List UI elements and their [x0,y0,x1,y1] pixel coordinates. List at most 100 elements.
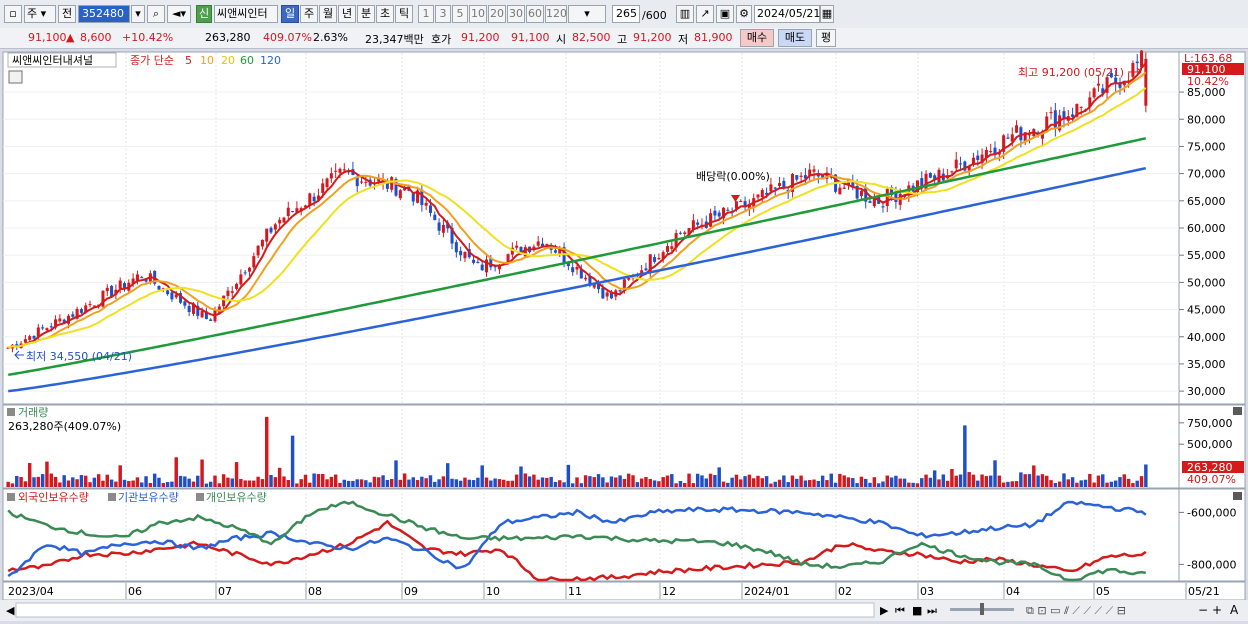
date-input[interactable]: 2024/05/21 [754,5,820,23]
volume-bar [583,475,588,487]
search-icon[interactable]: ⌕ [147,5,165,23]
sell-button[interactable]: 매도 [778,29,812,47]
count-input[interactable]: 265 [612,5,640,23]
open-label: 시 [556,33,567,46]
scroll-right-icon[interactable]: ▶ [880,604,889,617]
stop-icon[interactable]: ■ [912,604,922,617]
market-select[interactable]: 주 ▾ [24,5,56,23]
volume-bar [415,480,420,487]
candle-body [838,187,842,195]
period-tab-0[interactable]: 일 [281,5,299,23]
volume-bar [751,478,756,487]
volume-bar [683,482,687,487]
zoom-slider-handle[interactable] [980,603,984,615]
candle-body [812,169,816,172]
zoom-out-icon[interactable]: − [1198,603,1208,617]
last-page-icon[interactable]: ⏭ [927,604,937,617]
volume-value-line: 263,280주(409.07%) [8,420,121,433]
candle-body [665,246,670,252]
volume-panel-close-icon[interactable] [1233,407,1242,415]
candle-body [88,303,92,306]
volume-bar [213,475,217,487]
volume-bar [954,475,958,487]
volume-bar [109,479,114,487]
calendar-icon[interactable]: ▦ [820,5,834,23]
volume-bar [1027,474,1032,487]
first-page-icon[interactable]: ⏮ [895,604,905,617]
buy-button[interactable]: 매수 [740,29,774,47]
volume-bar [454,479,459,487]
y-axis-label: 60,000 [1187,222,1226,235]
window-icon[interactable]: ▫ [4,5,22,23]
holding-panel-close-icon[interactable] [1233,492,1242,500]
stock-code-input[interactable]: 352480 [78,5,130,23]
volume-bar [1079,480,1083,487]
period-tab-4[interactable]: 분 [357,5,375,23]
draw-tool-icon[interactable]: ↗ [696,5,714,23]
ma-legend-120: 120 [260,54,281,67]
y-axis-label: 45,000 [1187,304,1226,317]
code-dropdown-icon[interactable]: ▾ [131,5,145,23]
interval-button-1[interactable]: 3 [435,5,451,23]
period-tab-3[interactable]: 년 [338,5,356,23]
interval-button-0[interactable]: 1 [418,5,434,23]
prev-button[interactable]: 전 [58,5,76,23]
chart-area[interactable]: 2023/04 06 07 08 09 10 11 12 2024/01 02 03 04 05 05/2… [0,42,1248,621]
speaker-icon[interactable]: ◄▾ [167,5,191,23]
interval-button-5[interactable]: 30 [507,5,525,23]
period-tab-5[interactable]: 초 [376,5,394,23]
volume-pct: 409.07% [263,31,312,44]
evaluate-button[interactable]: 평 [816,29,836,47]
scroll-left-icon[interactable]: ◀ [6,604,15,617]
volume-bar [252,480,256,487]
candle-body [799,175,803,177]
volume-bar [260,479,265,487]
candle-body [1015,125,1019,133]
volume-bar [876,483,881,487]
interval-button-4[interactable]: 20 [488,5,506,23]
volume-bar [148,482,153,487]
period-tab-6[interactable]: 틱 [395,5,413,23]
x-axis-label: 10 [486,585,500,598]
volume-bar [1083,479,1088,487]
volume-bar [312,473,316,487]
candle-body [247,267,251,272]
price-change-pct: +10.42% [122,31,174,44]
candle-body [773,187,777,189]
volume-panel [2,404,1180,489]
ma-legend-10: 10 [200,54,214,67]
interval-button-6[interactable]: 60 [526,5,544,23]
volume-bar [670,474,674,487]
settings-icon[interactable]: ⚙ [736,5,752,23]
period-tab-2[interactable]: 월 [319,5,337,23]
interval-button-7[interactable]: 120 [545,5,567,23]
volume-bar [773,481,777,487]
volume-bar [558,480,562,487]
volume-bar [1122,474,1127,487]
scrollbar-track[interactable] [15,602,875,618]
candle-body [760,190,764,198]
text-tool-icon[interactable]: A [1230,603,1239,617]
chart-tools-icon[interactable]: ⧉ ⊡ ▭ ⫽ ⟋ ⟋ ⟋ ⟋ ⊟ [1026,604,1126,617]
grid-toggle-icon[interactable] [8,70,23,84]
volume-bar [27,463,32,487]
volume-bar [1066,479,1070,487]
candle-type-icon[interactable]: ▥ [676,5,694,23]
interval-dropdown[interactable]: ▾ [568,5,606,23]
zoom-in-icon[interactable]: + [1212,603,1222,617]
volume-bar [721,481,726,487]
volume-bar [437,479,441,487]
volume-y-label: 500,000 [1187,438,1233,451]
volume-bar [760,478,765,487]
interval-button-3[interactable]: 10 [469,5,487,23]
x-axis-label: 2024/01 [744,585,790,598]
volume-bar [894,475,898,487]
period-tab-1[interactable]: 주 [300,5,318,23]
bid-price-1: 91,200 [461,31,500,44]
volume-bar [1096,475,1101,487]
save-icon[interactable]: ▣ [716,5,734,23]
interval-button-2[interactable]: 5 [452,5,468,23]
holding-y-label: -800,000 [1187,558,1236,571]
candle-body [342,169,346,171]
volume-tag-pct: 409.07% [1187,473,1236,486]
